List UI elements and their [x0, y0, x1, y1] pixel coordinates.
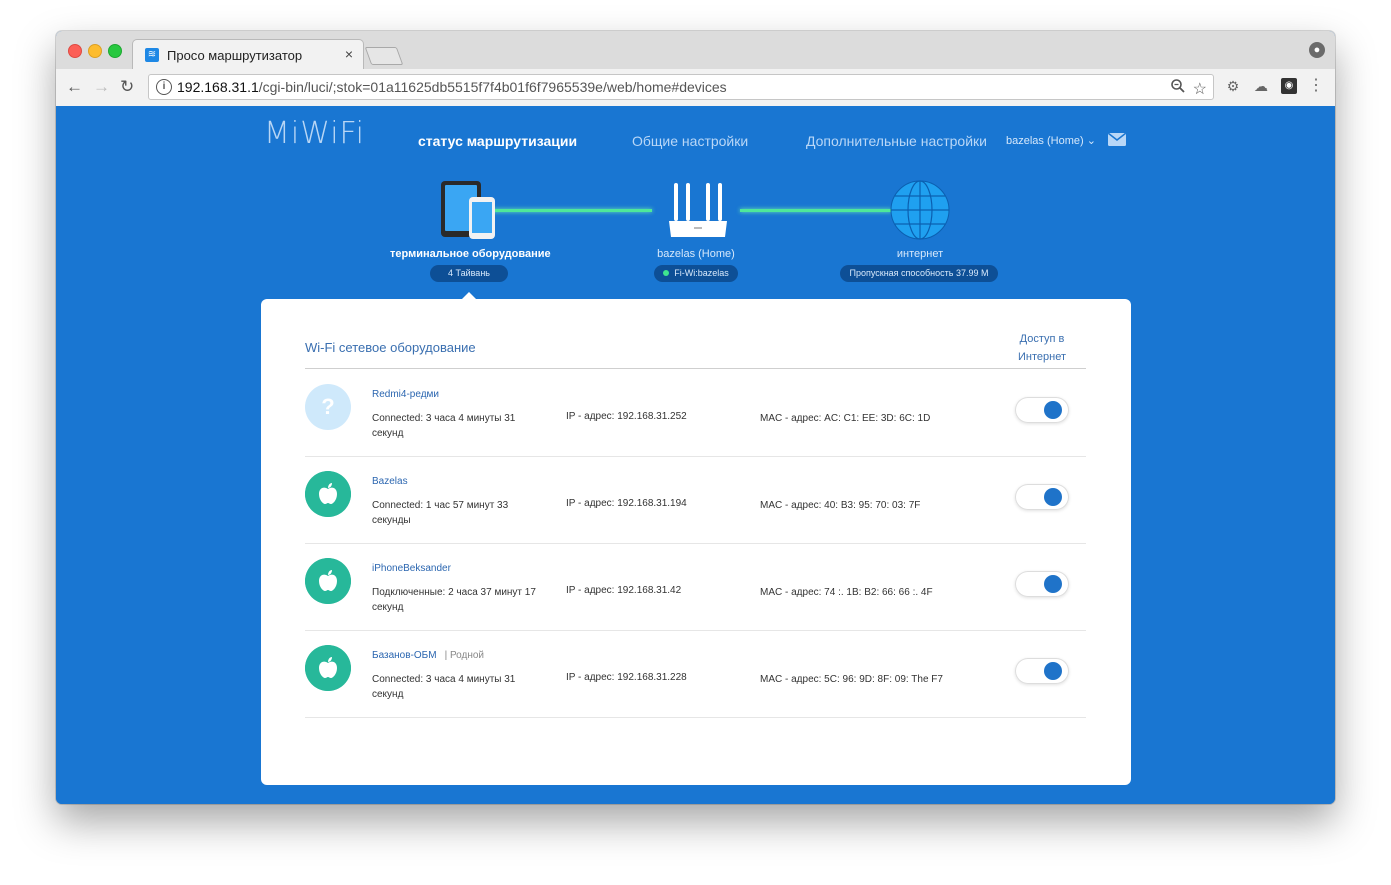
- devices-tablet-phone-icon[interactable]: [439, 179, 501, 241]
- router-icon[interactable]: [665, 179, 731, 241]
- device-connected-time: Connected: 3 часа 4 минуты 31 секунд: [372, 413, 516, 439]
- zoom-icon: [1171, 79, 1186, 93]
- router-internet-link: [740, 209, 892, 212]
- unknown-device-icon: ?: [305, 384, 351, 430]
- close-window-button[interactable]: [68, 44, 82, 58]
- toggle-knob: [1044, 401, 1062, 419]
- devices-router-link: [488, 209, 652, 212]
- device-ip: IP - адрес: 192.168.31.194: [566, 498, 687, 509]
- shield-extension-icon[interactable]: ◉: [1281, 78, 1297, 94]
- internet-access-header: Доступ в Интернет: [1018, 333, 1066, 363]
- info-icon[interactable]: i: [156, 79, 172, 95]
- device-name[interactable]: iPhoneBeksander: [372, 563, 459, 574]
- device-row: Bazelas Connected: 1 час 57 минут 33 сек…: [305, 456, 1086, 544]
- user-menu[interactable]: bazelas (Home) ⌄: [1006, 134, 1096, 147]
- url-path: /cgi-bin/luci/;stok=01a11625db5515f7f4b0…: [258, 79, 727, 95]
- wifi-name: Fi-Wi:bazelas: [674, 268, 729, 278]
- miwifi-logo: MiWiFi: [264, 116, 365, 151]
- browser-toolbar: ← → ↻ i 192.168.31.1/cgi-bin/luci/;stok=…: [56, 69, 1335, 107]
- device-mac: MAC - адрес: 5C: 96: 9D: 8F: 09: The F7: [760, 674, 943, 685]
- device-mac: MAC - адрес: AC: C1: EE: 3D: 6C: 1D: [760, 413, 931, 424]
- wifi-devices-panel: Wi-Fi сетевое оборудование Доступ в Инте…: [261, 292, 1131, 785]
- address-bar[interactable]: i 192.168.31.1/cgi-bin/luci/;stok=01a116…: [148, 74, 1214, 100]
- device-connected-time: Connected: 3 часа 4 минуты 31 секунд: [372, 674, 516, 700]
- bookmark-star-icon: ☆: [1192, 81, 1207, 98]
- internet-access-toggle[interactable]: [1015, 571, 1069, 597]
- device-row: ? Redmi4-редми Connected: 3 часа 4 минут…: [305, 369, 1086, 457]
- mail-icon[interactable]: [1108, 133, 1126, 146]
- apple-icon: [305, 645, 351, 691]
- nav-advanced-settings[interactable]: Дополнительные настройки: [806, 133, 987, 149]
- wifi-favicon-icon: ≋: [145, 48, 159, 62]
- nav-general-settings[interactable]: Общие настройки: [632, 133, 748, 149]
- panel-caret: [461, 292, 477, 300]
- wifi-status-pill[interactable]: Fi-Wi:bazelas: [654, 265, 738, 282]
- toggle-knob: [1044, 662, 1062, 680]
- minimize-window-button[interactable]: [88, 44, 102, 58]
- toggle-knob: [1044, 488, 1062, 506]
- tab-strip: ≋ Просо маршрутизатор × ●: [56, 31, 1335, 69]
- device-connected-time: Connected: 1 час 57 минут 33 секунды: [372, 500, 509, 526]
- device-mac: MAC - адрес: 40: B3: 95: 70: 03: 7F: [760, 500, 921, 511]
- apple-icon: [305, 558, 351, 604]
- device-row: Базанов-ОБМ | Родной Connected: 3 часа 4 …: [305, 630, 1086, 718]
- device-ip: IP - адрес: 192.168.31.252: [566, 411, 687, 422]
- device-connected-time: Подключенные: 2 часа 37 минут 17 секунд: [372, 587, 536, 613]
- url-text[interactable]: 192.168.31.1/cgi-bin/luci/;stok=01a11625…: [177, 79, 727, 95]
- router-label: bazelas (Home): [657, 248, 735, 260]
- internet-globe-icon[interactable]: [889, 179, 951, 241]
- apple-icon: [305, 471, 351, 517]
- user-name: bazelas (Home): [1006, 135, 1084, 147]
- new-tab-button[interactable]: [364, 47, 404, 65]
- device-ip: IP - адрес: 192.168.31.42: [566, 585, 682, 596]
- forward-arrow-icon[interactable]: →: [93, 77, 110, 97]
- browser-window: ≋ Просо маршрутизатор × ● ← → ↻ i 192.16…: [56, 31, 1335, 804]
- cloud-extension-icon[interactable]: ☁: [1253, 78, 1269, 94]
- device-row: iPhoneBeksander Подключенные: 2 часа 37 …: [305, 543, 1086, 631]
- internet-access-toggle[interactable]: [1015, 397, 1069, 423]
- internet-label: интернет: [896, 248, 944, 260]
- reload-icon[interactable]: ↻: [120, 77, 134, 97]
- zoom-window-button[interactable]: [108, 44, 122, 58]
- chevron-down-icon: ⌄: [1086, 135, 1096, 147]
- device-name[interactable]: Базанов-ОБМ | Родной: [372, 650, 484, 661]
- extension-puzzle-icon[interactable]: ⚙: [1225, 78, 1241, 94]
- more-menu-icon[interactable]: ⋮: [1308, 78, 1324, 94]
- device-name[interactable]: Redmi4-редми: [372, 389, 447, 400]
- internet-access-toggle[interactable]: [1015, 658, 1069, 684]
- panel-title: Wi-Fi сетевое оборудование: [305, 340, 476, 355]
- tab-close-icon[interactable]: ×: [345, 46, 353, 62]
- internet-access-toggle[interactable]: [1015, 484, 1069, 510]
- bandwidth-pill[interactable]: Пропускная способность 37.99 M: [840, 265, 998, 282]
- online-dot-icon: [663, 270, 670, 276]
- nav-routing-status[interactable]: статус маршрутизации: [418, 133, 577, 149]
- device-name[interactable]: Bazelas: [372, 476, 416, 487]
- toggle-knob: [1044, 575, 1062, 593]
- zoom-and-bookmark-icons[interactable]: ☆: [1170, 78, 1207, 99]
- url-host: 192.168.31.1: [177, 79, 259, 95]
- profile-icon[interactable]: ●: [1309, 42, 1325, 58]
- devices-count-pill[interactable]: 4 Тайвань: [430, 265, 508, 282]
- back-arrow-icon[interactable]: ←: [66, 77, 83, 97]
- device-mac: MAC - адрес: 74 :. 1B: B2: 66: 66 :. 4F: [760, 587, 933, 598]
- browser-tab[interactable]: ≋ Просо маршрутизатор ×: [132, 39, 364, 69]
- tab-title: Просо маршрутизатор: [167, 48, 303, 63]
- device-ip: IP - адрес: 192.168.31.228: [566, 672, 687, 683]
- router-app: MiWiFi статус маршрутизации Общие настро…: [56, 106, 1335, 804]
- devices-label: терминальное оборудование: [390, 248, 551, 260]
